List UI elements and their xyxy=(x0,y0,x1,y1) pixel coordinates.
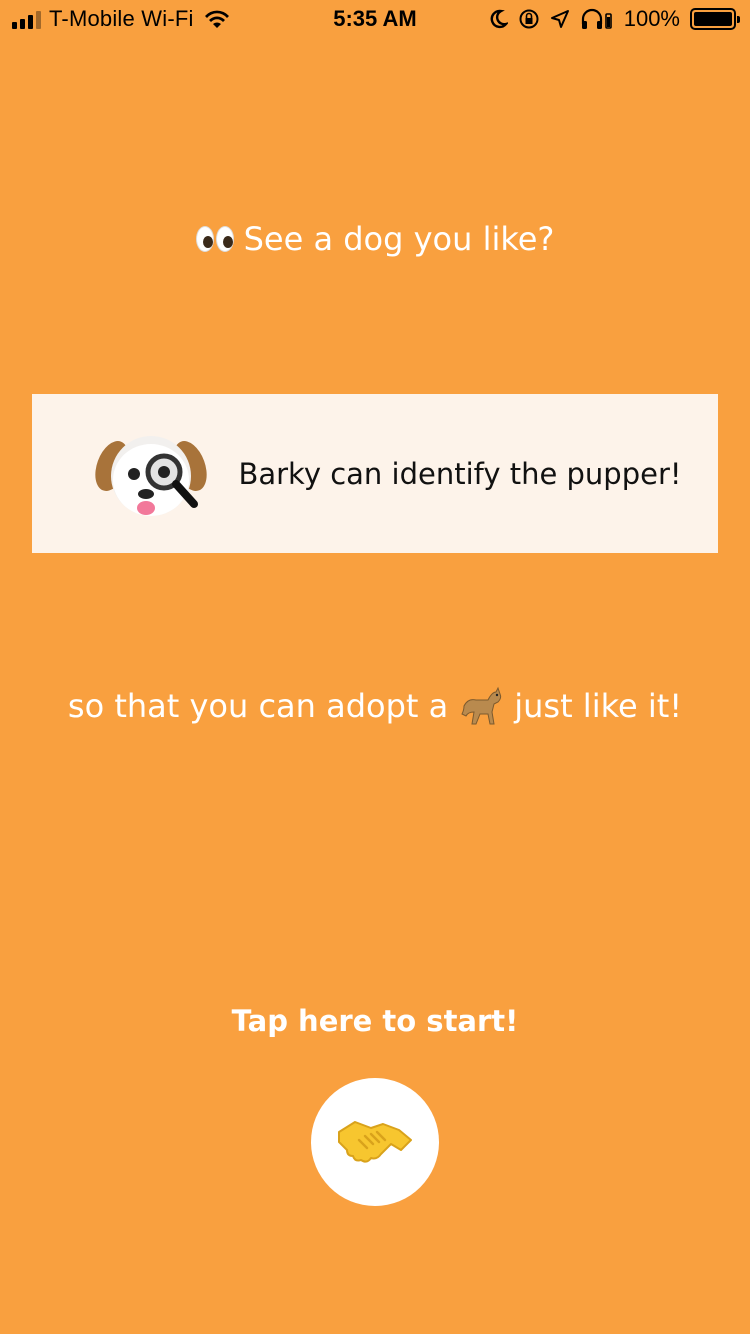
status-bar: T-Mobile Wi-Fi 5:35 AM 100% xyxy=(0,0,750,40)
battery-icon xyxy=(690,8,740,30)
dog-magnifier-icon xyxy=(95,436,207,516)
headphones-icon xyxy=(581,8,612,29)
status-right: 100% xyxy=(490,6,740,32)
headline: See a dog you like? xyxy=(0,220,750,258)
battery-percent: 100% xyxy=(623,6,680,31)
handshake-icon xyxy=(338,1121,412,1163)
subline-text-before: so that you can adopt a xyxy=(67,687,449,725)
orientation-lock-icon xyxy=(519,9,539,29)
subline-text-after: just like it! xyxy=(514,687,683,725)
headline-text: See a dog you like? xyxy=(243,220,555,258)
battery-fill xyxy=(694,12,732,26)
eyes-icon xyxy=(195,226,234,252)
start-button[interactable] xyxy=(311,1078,439,1206)
info-card: Barky can identify the pupper! xyxy=(32,394,718,553)
location-icon xyxy=(550,10,569,28)
dog-icon xyxy=(461,686,502,725)
card-text: Barky can identify the pupper! xyxy=(238,456,682,491)
cta-label: Tap here to start! xyxy=(231,1004,519,1038)
subline: so that you can adopt a just like it! xyxy=(0,684,750,728)
moon-icon xyxy=(490,9,508,29)
